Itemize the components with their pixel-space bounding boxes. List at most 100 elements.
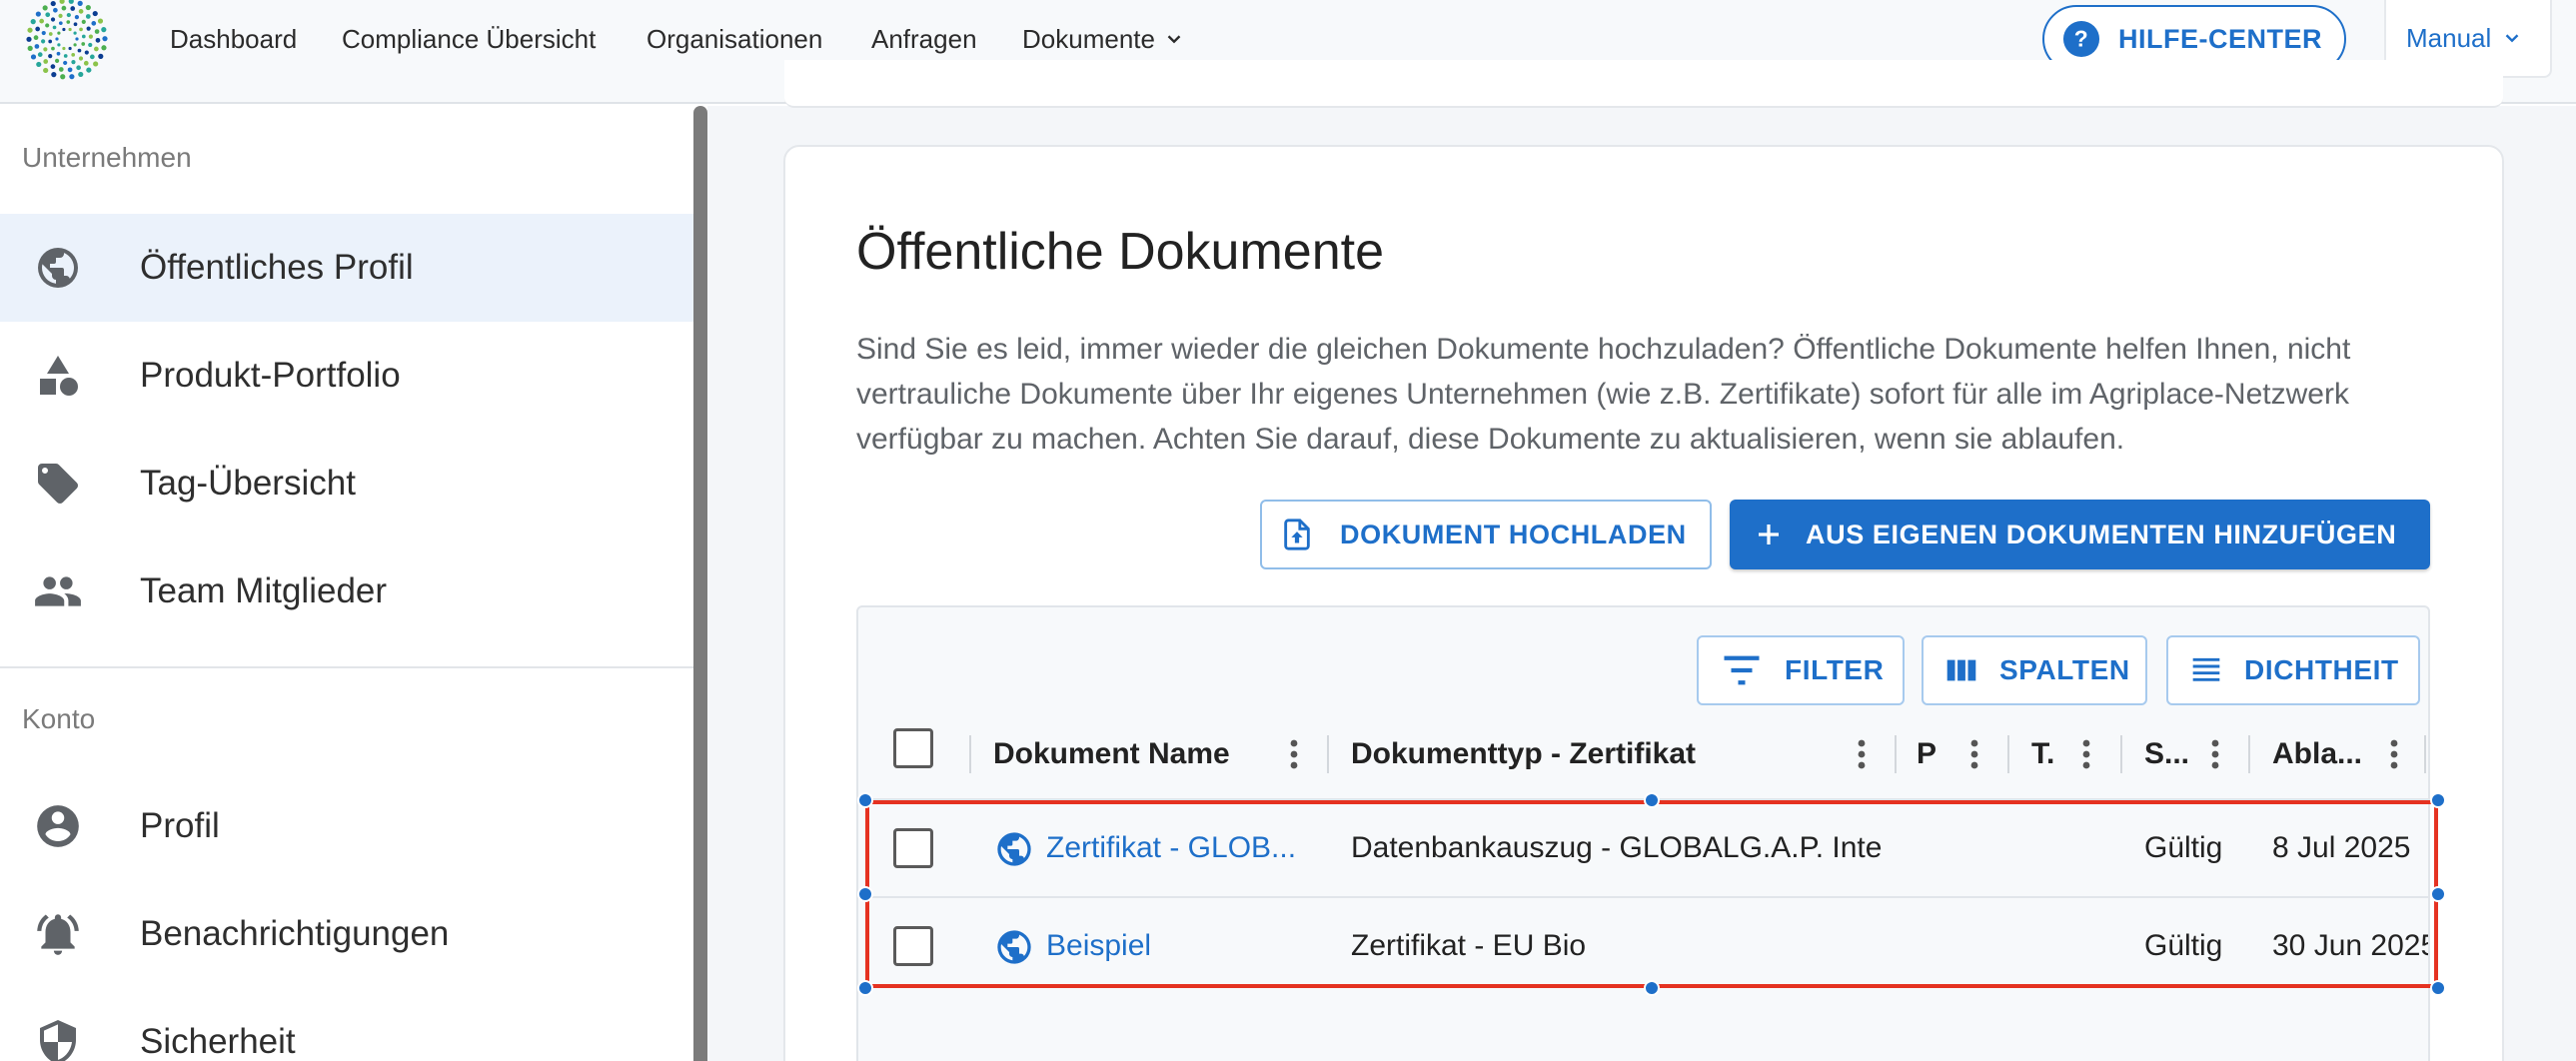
sidebar-item-label: Öffentliches Profil bbox=[140, 248, 414, 287]
row-checkbox[interactable] bbox=[893, 926, 933, 966]
column-menu-icon[interactable] bbox=[1282, 733, 1306, 775]
shapes-icon bbox=[32, 350, 84, 402]
expiry-cell: 30 Jun 2025 bbox=[2272, 929, 2430, 962]
sidebar-item-notifications[interactable]: Benachrichtigungen bbox=[0, 880, 693, 988]
add-from-own-documents-button[interactable]: AUS EIGENEN DOKUMENTEN HINZUFÜGEN bbox=[1730, 500, 2430, 569]
column-separator[interactable] bbox=[2120, 735, 2122, 773]
column-header-p[interactable]: P bbox=[1917, 729, 1946, 779]
company-logo[interactable] bbox=[22, 0, 112, 84]
resize-handle[interactable] bbox=[2430, 886, 2446, 902]
sidebar-item-team-members[interactable]: Team Mitglieder bbox=[0, 537, 693, 645]
column-separator[interactable] bbox=[2424, 735, 2426, 773]
chevron-down-icon bbox=[1167, 35, 1181, 44]
document-name-link[interactable]: Zertifikat - GLOB... bbox=[1046, 828, 1308, 868]
sidebar-section-company: Unternehmen bbox=[22, 142, 192, 173]
upload-document-label: DOKUMENT HOCHLADEN bbox=[1340, 519, 1687, 549]
bell-icon bbox=[32, 908, 84, 960]
help-center-label: HILFE-CENTER bbox=[2118, 23, 2322, 54]
filter-button[interactable]: FILTER bbox=[1697, 635, 1905, 705]
resize-handle[interactable] bbox=[2430, 980, 2446, 996]
sidebar-item-profile[interactable]: Profil bbox=[0, 772, 693, 880]
nav-dashboard[interactable]: Dashboard bbox=[170, 22, 297, 56]
sidebar-item-tag-overview[interactable]: Tag-Übersicht bbox=[0, 430, 693, 537]
svg-text:?: ? bbox=[2074, 26, 2088, 52]
table-row[interactable]: Beispiel Zertifikat - EU Bio Gültig 30 J… bbox=[858, 898, 2430, 994]
column-header-t[interactable]: T. bbox=[2031, 729, 2071, 779]
column-header-status[interactable]: S... bbox=[2144, 729, 2204, 779]
column-menu-icon[interactable] bbox=[2203, 733, 2227, 775]
sidebar-item-security[interactable]: Sicherheit bbox=[0, 988, 693, 1061]
column-separator[interactable] bbox=[2007, 735, 2009, 773]
expiry-cell: 8 Jul 2025 bbox=[2272, 831, 2411, 864]
column-header-expiry[interactable]: Abla... bbox=[2272, 729, 2372, 779]
resize-handle[interactable] bbox=[1644, 792, 1660, 808]
document-name-link[interactable]: Beispiel bbox=[1046, 926, 1308, 966]
sidebar-item-product-portfolio[interactable]: Produkt-Portfolio bbox=[0, 322, 693, 430]
status-cell: Gültig bbox=[2144, 831, 2223, 864]
column-separator[interactable] bbox=[1327, 735, 1329, 773]
sidebar-item-label: Produkt-Portfolio bbox=[140, 356, 401, 395]
tag-icon bbox=[32, 458, 84, 510]
nav-documents[interactable]: Dokumente bbox=[1022, 22, 1185, 56]
resize-handle[interactable] bbox=[2430, 792, 2446, 808]
sidebar-item-label: Team Mitglieder bbox=[140, 571, 388, 610]
shield-icon bbox=[32, 1016, 84, 1061]
previous-card-edge bbox=[784, 60, 2503, 108]
column-header-document-type[interactable]: Dokumenttyp - Zertifikat bbox=[1351, 729, 1771, 779]
globe-icon bbox=[32, 242, 84, 294]
resize-handle[interactable] bbox=[857, 792, 873, 808]
globe-icon bbox=[997, 832, 1031, 866]
sidebar-scrollbar[interactable] bbox=[693, 106, 707, 1061]
table-row[interactable]: Zertifikat - GLOB... Datenbankauszug - G… bbox=[858, 800, 2428, 896]
nav-organisations[interactable]: Organisationen bbox=[646, 22, 822, 56]
column-menu-icon[interactable] bbox=[1850, 733, 1874, 775]
select-all-checkbox[interactable] bbox=[893, 728, 933, 768]
page-title: Öffentliche Dokumente bbox=[856, 223, 1384, 281]
filter-icon bbox=[1724, 655, 1760, 685]
globe-icon bbox=[997, 930, 1031, 964]
page-description: Sind Sie es leid, immer wieder die gleic… bbox=[856, 333, 2351, 456]
row-checkbox[interactable] bbox=[893, 828, 933, 868]
density-icon bbox=[2192, 657, 2220, 681]
upload-document-button[interactable]: DOKUMENT HOCHLADEN bbox=[1260, 500, 1712, 569]
nav-documents-label: Dokumente bbox=[1022, 24, 1155, 54]
sidebar-item-label: Benachrichtigungen bbox=[140, 914, 450, 953]
sidebar: Unternehmen Öffentliches Profil Produkt-… bbox=[0, 106, 693, 1061]
file-upload-icon bbox=[1284, 519, 1310, 550]
document-type-cell: Zertifikat - EU Bio bbox=[1351, 929, 1587, 962]
sidebar-section-account: Konto bbox=[22, 703, 96, 734]
manual-label: Manual bbox=[2406, 22, 2492, 53]
columns-icon bbox=[1946, 659, 1976, 681]
column-separator[interactable] bbox=[1895, 735, 1897, 773]
chevron-down-icon bbox=[2505, 34, 2519, 43]
column-menu-icon[interactable] bbox=[2382, 733, 2406, 775]
sidebar-item-public-profile[interactable]: Öffentliches Profil bbox=[0, 214, 693, 322]
density-label: DICHTHEIT bbox=[2244, 654, 2399, 685]
add-from-own-documents-label: AUS EIGENEN DOKUMENTEN HINZUFÜGEN bbox=[1806, 519, 2397, 549]
plus-icon bbox=[1759, 525, 1779, 544]
sidebar-item-label: Sicherheit bbox=[140, 1022, 296, 1061]
help-icon: ? bbox=[2062, 20, 2100, 58]
account-circle-icon bbox=[32, 800, 84, 852]
sidebar-item-label: Profil bbox=[140, 806, 220, 845]
column-menu-icon[interactable] bbox=[1962, 733, 1986, 775]
nav-compliance-overview[interactable]: Compliance Übersicht bbox=[342, 22, 596, 56]
column-separator[interactable] bbox=[2248, 735, 2250, 773]
density-button[interactable]: DICHTHEIT bbox=[2166, 635, 2420, 705]
people-icon bbox=[32, 565, 84, 617]
column-separator[interactable] bbox=[969, 735, 971, 773]
resize-handle[interactable] bbox=[857, 980, 873, 996]
resize-handle[interactable] bbox=[857, 886, 873, 902]
columns-button[interactable]: SPALTEN bbox=[1922, 635, 2147, 705]
sidebar-item-label: Tag-Übersicht bbox=[140, 464, 356, 503]
sidebar-divider bbox=[0, 666, 693, 668]
filter-label: FILTER bbox=[1785, 654, 1885, 685]
documents-data-grid: FILTER SPALTEN DICHTHEIT Dokument Name D… bbox=[856, 605, 2430, 1061]
resize-handle[interactable] bbox=[1644, 980, 1660, 996]
document-type-cell: Datenbankauszug - GLOBALG.A.P. Inte bbox=[1351, 831, 1883, 864]
nav-requests[interactable]: Anfragen bbox=[871, 22, 977, 56]
column-header-document-name[interactable]: Dokument Name bbox=[993, 729, 1233, 779]
columns-label: SPALTEN bbox=[1999, 654, 2130, 685]
status-cell: Gültig bbox=[2144, 929, 2223, 962]
column-menu-icon[interactable] bbox=[2074, 733, 2098, 775]
